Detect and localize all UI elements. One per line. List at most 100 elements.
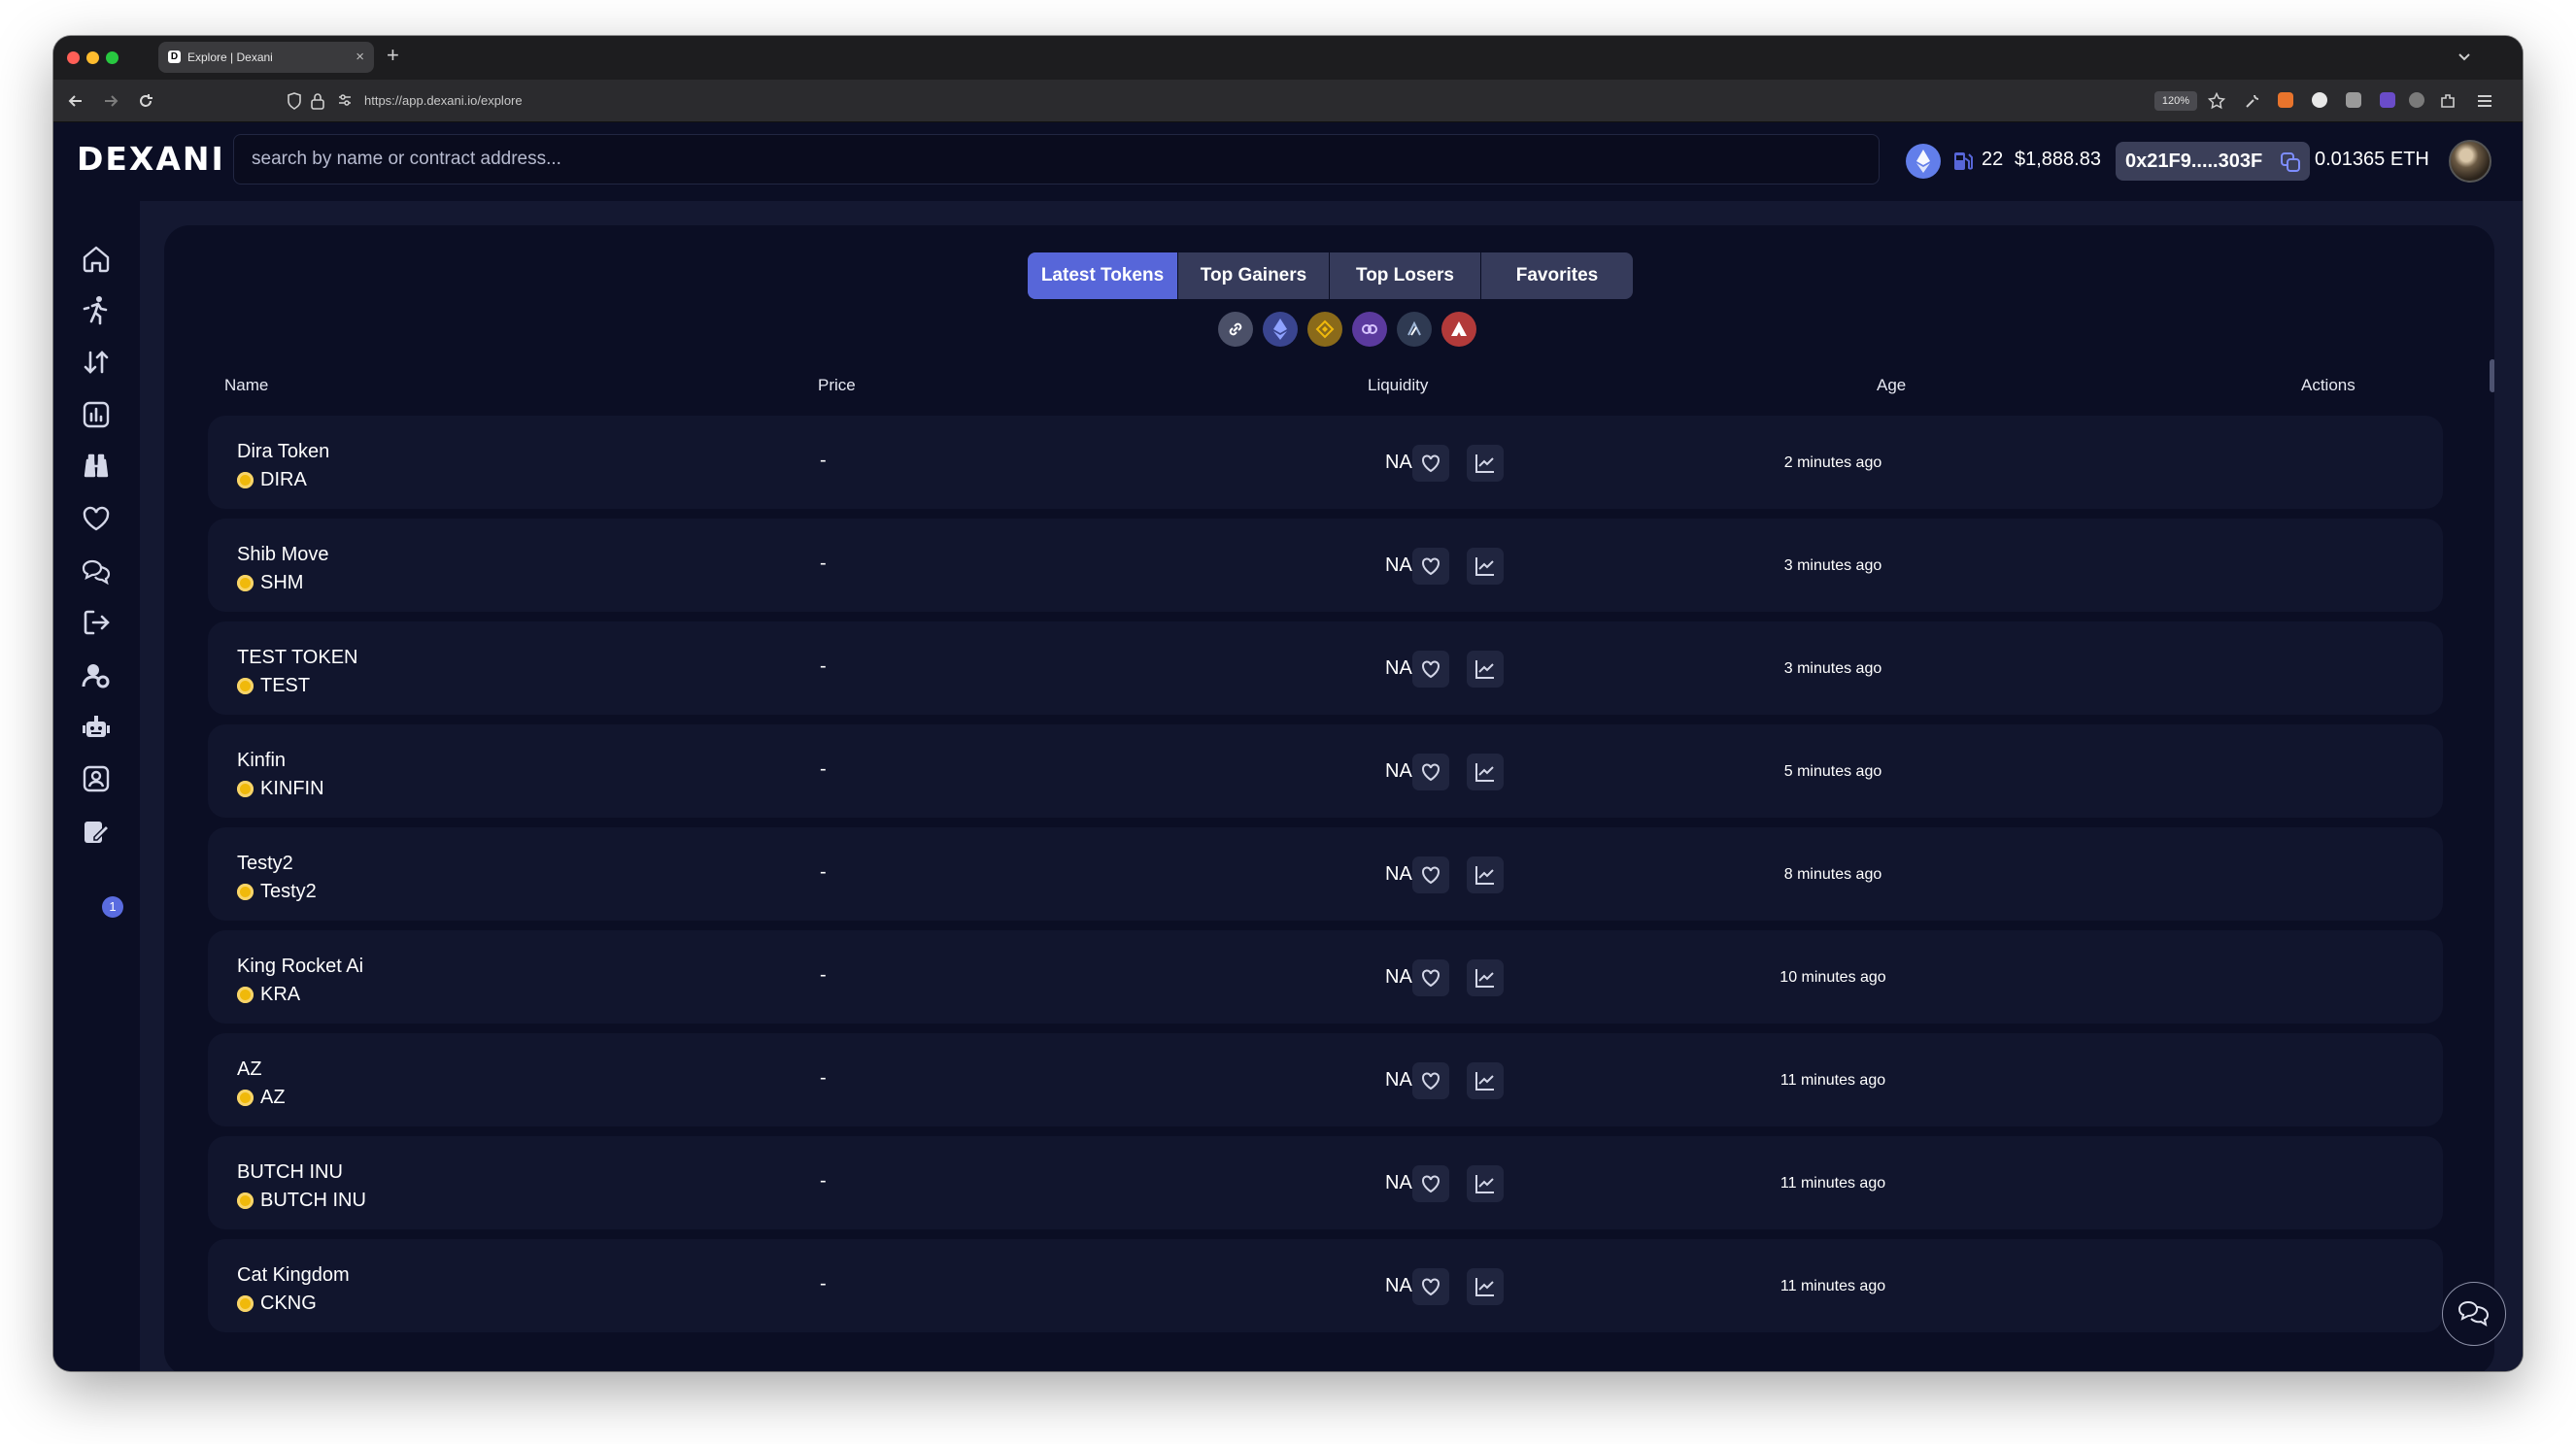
- column-price[interactable]: Price: [818, 376, 856, 395]
- lock-icon[interactable]: [311, 92, 324, 110]
- bnb-icon[interactable]: [1307, 312, 1342, 347]
- token-name[interactable]: Testy2: [237, 853, 293, 875]
- extension-calendar-icon[interactable]: [2380, 92, 2395, 108]
- chat-icon[interactable]: [81, 555, 112, 587]
- table-row[interactable]: Shib Move SHM - NA 3 minutes ago: [208, 519, 2443, 612]
- wallet-address-button[interactable]: 0x21F9.....303F: [2116, 142, 2310, 181]
- favorite-button[interactable]: [1412, 856, 1449, 893]
- table-row[interactable]: Cat Kingdom CKNG - NA 11 minutes ago: [208, 1239, 2443, 1332]
- chart-button[interactable]: [1467, 445, 1504, 482]
- shield-icon[interactable]: [287, 92, 302, 110]
- chart-button[interactable]: [1467, 856, 1504, 893]
- table-row[interactable]: AZ AZ - NA 11 minutes ago: [208, 1033, 2443, 1126]
- binoculars-icon[interactable]: [81, 451, 112, 482]
- reload-icon[interactable]: [137, 92, 154, 110]
- chart-button[interactable]: [1467, 754, 1504, 790]
- favorite-button[interactable]: [1412, 1062, 1449, 1099]
- tab-top-losers[interactable]: Top Losers: [1330, 252, 1481, 299]
- robot-icon[interactable]: [81, 712, 112, 743]
- search-input[interactable]: [233, 134, 1880, 185]
- menu-icon[interactable]: [2476, 92, 2493, 110]
- table-row[interactable]: Testy2 Testy2 - NA 8 minutes ago: [208, 827, 2443, 921]
- favorite-button[interactable]: [1412, 959, 1449, 996]
- chart-button[interactable]: [1467, 1268, 1504, 1305]
- favorite-button[interactable]: [1412, 1165, 1449, 1202]
- extension-profile-icon[interactable]: [2409, 92, 2424, 108]
- table-row[interactable]: Kinfin KINFIN - NA 5 minutes ago: [208, 724, 2443, 818]
- token-name[interactable]: Shib Move: [237, 544, 329, 566]
- contact-icon[interactable]: [81, 763, 112, 794]
- chart-button[interactable]: [1467, 1062, 1504, 1099]
- token-liquidity: NA: [1385, 1275, 1412, 1296]
- new-tab-button[interactable]: +: [387, 44, 399, 67]
- token-name[interactable]: Dira Token: [237, 441, 329, 463]
- tab-latest-tokens[interactable]: Latest Tokens: [1028, 252, 1178, 299]
- avalanche-icon[interactable]: [1441, 312, 1476, 347]
- tab-favorites[interactable]: Favorites: [1481, 252, 1633, 299]
- link-icon[interactable]: [1218, 312, 1253, 347]
- notes-icon[interactable]: [81, 816, 112, 847]
- close-tab-icon[interactable]: ×: [356, 49, 364, 65]
- favorite-button[interactable]: [1412, 445, 1449, 482]
- scrollbar[interactable]: [2490, 359, 2494, 392]
- copy-icon[interactable]: [2279, 151, 2302, 174]
- token-symbol-wrap: TEST: [237, 675, 310, 697]
- permissions-icon[interactable]: [337, 92, 353, 108]
- token-symbol: TEST: [260, 675, 311, 696]
- table-row[interactable]: TEST TOKEN TEST - NA 3 minutes ago: [208, 621, 2443, 715]
- explore-panel: Latest Tokens Top Gainers Top Losers Fav…: [164, 225, 2494, 1371]
- back-icon[interactable]: [67, 92, 85, 110]
- chart-button[interactable]: [1467, 548, 1504, 585]
- column-name[interactable]: Name: [224, 376, 268, 395]
- browser-tab[interactable]: D Explore | Dexani ×: [158, 42, 374, 73]
- extension-metamask-icon[interactable]: [2278, 92, 2293, 108]
- favorite-button[interactable]: [1412, 548, 1449, 585]
- runner-icon[interactable]: [81, 294, 112, 325]
- table-row[interactable]: King Rocket Ai KRA - NA 10 minutes ago: [208, 930, 2443, 1024]
- settings-user-icon[interactable]: [81, 659, 112, 690]
- avatar[interactable]: [2449, 140, 2491, 183]
- arbitrum-icon[interactable]: [1397, 312, 1432, 347]
- polygon-icon[interactable]: [1352, 312, 1387, 347]
- home-icon[interactable]: [81, 243, 112, 274]
- column-liquidity[interactable]: Liquidity: [1368, 376, 1428, 395]
- chart-icon[interactable]: [81, 399, 112, 430]
- chevron-down-icon[interactable]: [2457, 49, 2472, 64]
- dexani-logo[interactable]: DEXANI: [77, 140, 225, 178]
- token-name[interactable]: King Rocket Ai: [237, 956, 363, 978]
- token-name[interactable]: TEST TOKEN: [237, 647, 357, 669]
- forward-icon[interactable]: [102, 92, 119, 110]
- bookmark-star-icon[interactable]: [2208, 92, 2225, 110]
- token-name[interactable]: Cat Kingdom: [237, 1264, 350, 1287]
- favorite-button[interactable]: [1412, 651, 1449, 688]
- close-window-button[interactable]: [67, 51, 80, 64]
- chart-button[interactable]: [1467, 959, 1504, 996]
- maximize-window-button[interactable]: [106, 51, 119, 64]
- zoom-level[interactable]: 120%: [2154, 91, 2197, 111]
- ethereum-network-icon[interactable]: [1906, 144, 1941, 179]
- heart-icon: [1422, 660, 1440, 679]
- token-name[interactable]: BUTCH INU: [237, 1161, 343, 1184]
- extension-reader-icon[interactable]: [2346, 92, 2361, 108]
- ethereum-icon[interactable]: [1263, 312, 1298, 347]
- address-bar[interactable]: https://app.dexani.io/explore: [364, 93, 523, 108]
- chart-button[interactable]: [1467, 651, 1504, 688]
- logout-icon[interactable]: [81, 607, 112, 638]
- minimize-window-button[interactable]: [86, 51, 99, 64]
- token-name[interactable]: AZ: [237, 1058, 262, 1081]
- chat-support-button[interactable]: [2442, 1282, 2506, 1346]
- heart-icon[interactable]: [81, 503, 112, 534]
- token-list: Dira Token DIRA - NA 2 minutes ago Shib …: [208, 416, 2443, 1342]
- tools-icon[interactable]: [2244, 92, 2261, 110]
- table-row[interactable]: Dira Token DIRA - NA 2 minutes ago: [208, 416, 2443, 509]
- column-age[interactable]: Age: [1877, 376, 1906, 395]
- extension-info-icon[interactable]: [2312, 92, 2327, 108]
- favorite-button[interactable]: [1412, 1268, 1449, 1305]
- favorite-button[interactable]: [1412, 754, 1449, 790]
- extensions-icon[interactable]: [2439, 92, 2457, 110]
- token-name[interactable]: Kinfin: [237, 750, 286, 772]
- chart-button[interactable]: [1467, 1165, 1504, 1202]
- table-row[interactable]: BUTCH INU BUTCH INU - NA 11 minutes ago: [208, 1136, 2443, 1229]
- tab-top-gainers[interactable]: Top Gainers: [1178, 252, 1330, 299]
- swap-icon[interactable]: [81, 347, 112, 378]
